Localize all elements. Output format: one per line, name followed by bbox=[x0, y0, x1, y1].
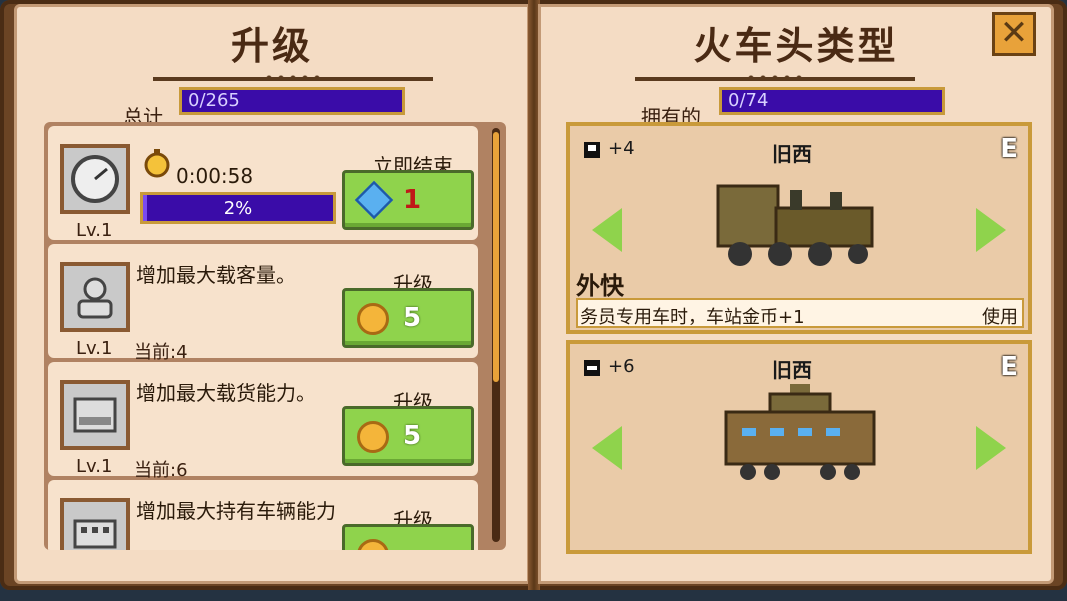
upgrade-list[interactable]: Lv.1 0:00:58 2% 立即结束 1 增加最大载客量。 Lv.1 当前:… bbox=[44, 122, 506, 550]
clock-icon bbox=[60, 144, 130, 214]
left-divider bbox=[153, 73, 433, 83]
upgrade-button[interactable] bbox=[342, 524, 474, 550]
timer-text: 0:00:58 bbox=[176, 164, 254, 188]
next-arrow[interactable] bbox=[976, 426, 1006, 470]
scrollbar[interactable] bbox=[492, 128, 500, 542]
effect-row: 务员专用车时，车站金币+1 使用 bbox=[576, 298, 1024, 328]
coin-cost: 5 bbox=[403, 421, 422, 451]
current-value: 当前:4 bbox=[134, 342, 188, 363]
stat-value: +6 bbox=[608, 356, 635, 377]
gem-cost: 1 bbox=[403, 185, 422, 215]
cargo-icon bbox=[60, 380, 130, 450]
upgrade-description: 增加最大持有车辆能力 bbox=[136, 499, 336, 523]
list-item: 增加最大载货能力。 Lv.1 当前:6 升级 5 bbox=[48, 362, 478, 481]
stat-value: +4 bbox=[608, 138, 635, 159]
current-value: 当前:6 bbox=[134, 460, 188, 481]
use-button[interactable]: 使用 bbox=[982, 303, 1018, 329]
passenger-seat-icon bbox=[584, 142, 600, 158]
upgrade-description: 增加最大载客量。 bbox=[136, 263, 296, 287]
next-arrow[interactable] bbox=[976, 208, 1006, 252]
grade-label: E bbox=[1000, 352, 1018, 382]
coin-cost: 5 bbox=[403, 303, 422, 333]
upgrade-button[interactable]: 5 bbox=[342, 288, 474, 348]
rarity-badge: 旧西 bbox=[772, 358, 812, 382]
level-label: Lv.1 bbox=[76, 220, 113, 241]
steam-locomotive-icon bbox=[716, 184, 874, 266]
upgrade-description: 增加最大载货能力。 bbox=[136, 381, 316, 405]
upgrade-button[interactable]: 5 bbox=[342, 406, 474, 466]
coin-icon bbox=[357, 303, 389, 335]
progress-text: 2% bbox=[223, 198, 253, 219]
list-item: 增加最大持有车辆能力 升级 bbox=[48, 480, 478, 550]
vehicle-icon bbox=[60, 498, 130, 550]
right-page-title: 火车头类型 bbox=[693, 23, 899, 68]
rarity-badge: 旧西 bbox=[772, 142, 812, 166]
level-label: Lv.1 bbox=[76, 456, 113, 477]
locomotive-card: +4 旧西 E 外快 务员专用车时，车站金币+1 使用 bbox=[566, 122, 1032, 334]
finish-now-button[interactable]: 1 bbox=[342, 170, 474, 230]
effect-text: 务员专用车时，车站金币+1 bbox=[580, 307, 805, 328]
prev-arrow[interactable] bbox=[592, 426, 622, 470]
grade-label: E bbox=[1000, 134, 1018, 164]
coin-icon bbox=[357, 539, 389, 550]
cargo-seat-icon bbox=[584, 360, 600, 376]
scrollbar-thumb[interactable] bbox=[493, 132, 499, 382]
locomotive-name: 外快 bbox=[576, 272, 624, 300]
level-label: Lv.1 bbox=[76, 338, 113, 359]
upgrade-book: 升级 总计 0/265 火车头类型 拥有的 0/74 ✕ Lv.1 0:00:5… bbox=[0, 0, 1067, 601]
passenger-icon bbox=[60, 262, 130, 332]
progress-bar: 2% bbox=[140, 192, 336, 224]
owned-bar: 0/74 bbox=[719, 87, 945, 115]
stopwatch-icon bbox=[144, 149, 170, 178]
prev-arrow[interactable] bbox=[592, 208, 622, 252]
list-item: 增加最大载客量。 Lv.1 当前:4 升级 5 bbox=[48, 244, 478, 363]
carriage-card: +6 旧西 E bbox=[566, 340, 1032, 554]
coin-icon bbox=[357, 421, 389, 453]
passenger-car-icon bbox=[724, 384, 876, 480]
total-bar: 0/265 bbox=[179, 87, 405, 115]
gem-icon bbox=[354, 180, 394, 220]
left-page-title: 升级 bbox=[230, 23, 313, 68]
list-item: Lv.1 0:00:58 2% 立即结束 1 bbox=[48, 126, 478, 241]
close-button[interactable]: ✕ bbox=[992, 12, 1036, 56]
right-divider bbox=[635, 73, 915, 83]
